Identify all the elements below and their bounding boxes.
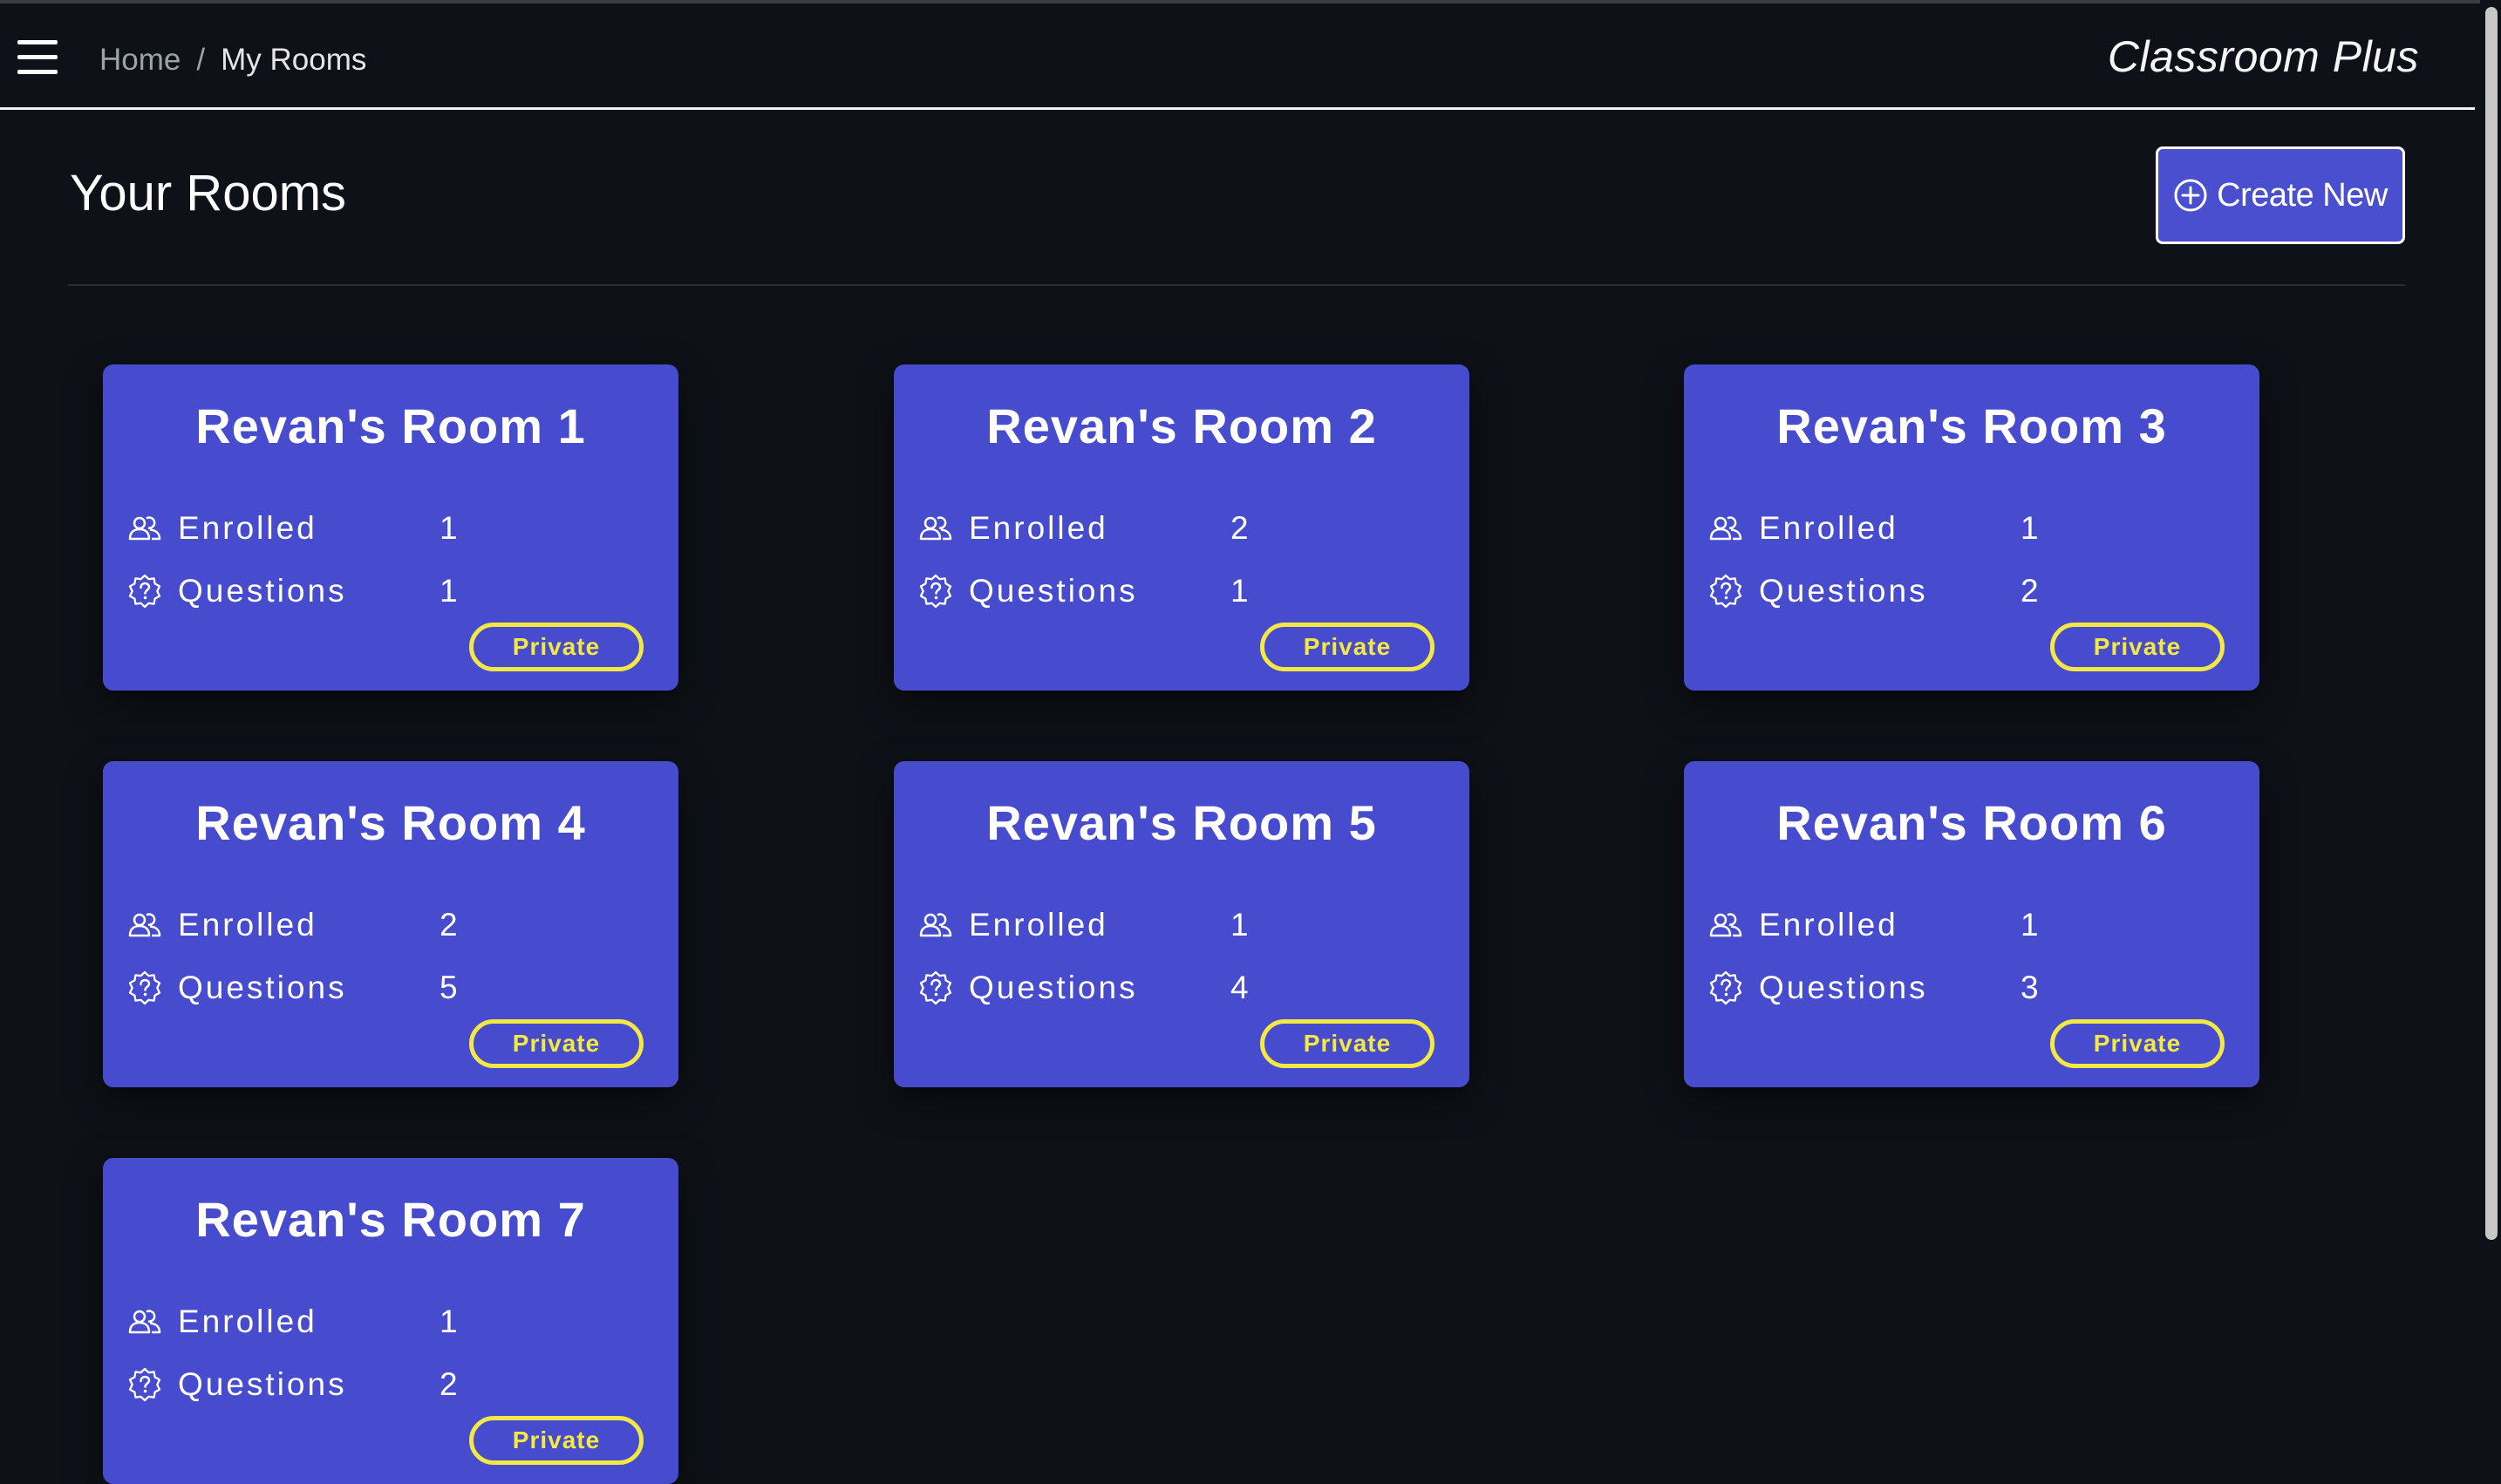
room-card-6[interactable]: Revan's Room 6 Enrolled 1 Questions 3 Pr… xyxy=(1684,761,2259,1087)
enrolled-label: Enrolled xyxy=(969,510,1108,546)
header-divider xyxy=(68,284,2405,286)
people-icon xyxy=(1708,511,1743,546)
question-badge-icon xyxy=(127,1367,162,1402)
questions-row: Questions 4 xyxy=(918,969,1249,1007)
enrolled-row: Enrolled 1 xyxy=(127,1303,458,1341)
people-icon xyxy=(127,908,162,943)
people-icon xyxy=(1708,908,1743,943)
create-new-label: Create New xyxy=(2217,176,2388,214)
visibility-badge: Private xyxy=(1260,1019,1434,1068)
page-title: Your Rooms xyxy=(70,165,347,221)
plus-circle-icon xyxy=(2174,179,2207,212)
visibility-badge: Private xyxy=(2050,623,2225,671)
breadcrumb-current: My Rooms xyxy=(221,43,367,77)
people-icon xyxy=(918,511,953,546)
people-icon xyxy=(127,511,162,546)
enrolled-count: 2 xyxy=(1230,510,1249,546)
enrolled-count: 1 xyxy=(440,510,458,546)
questions-count: 3 xyxy=(2021,970,2039,1005)
room-title: Revan's Room 2 xyxy=(986,398,1377,453)
questions-label: Questions xyxy=(178,1366,347,1402)
questions-label: Questions xyxy=(969,573,1138,609)
room-card-2[interactable]: Revan's Room 2 Enrolled 2 Questions 1 Pr… xyxy=(894,364,1469,691)
room-card-3[interactable]: Revan's Room 3 Enrolled 1 Questions 2 Pr… xyxy=(1684,364,2259,691)
room-card-5[interactable]: Revan's Room 5 Enrolled 1 Questions 4 Pr… xyxy=(894,761,1469,1087)
room-card-4[interactable]: Revan's Room 4 Enrolled 2 Questions 5 Pr… xyxy=(103,761,678,1087)
enrolled-row: Enrolled 2 xyxy=(918,509,1249,548)
questions-row: Questions 2 xyxy=(1708,572,2039,610)
enrolled-count: 1 xyxy=(2021,907,2039,943)
breadcrumb-home-link[interactable]: Home xyxy=(99,43,181,78)
hamburger-menu-icon[interactable] xyxy=(17,38,58,77)
questions-label: Questions xyxy=(969,970,1138,1005)
enrolled-row: Enrolled 1 xyxy=(127,509,458,548)
questions-row: Questions 3 xyxy=(1708,969,2039,1007)
room-card-1[interactable]: Revan's Room 1 Enrolled 1 Questions 1 Pr… xyxy=(103,364,678,691)
question-badge-icon xyxy=(918,970,953,1005)
question-badge-icon xyxy=(1708,574,1743,609)
enrolled-count: 2 xyxy=(440,907,458,943)
questions-count: 2 xyxy=(440,1366,458,1402)
room-title: Revan's Room 7 xyxy=(195,1192,586,1247)
room-card-7[interactable]: Revan's Room 7 Enrolled 1 Questions 2 Pr… xyxy=(103,1158,678,1484)
room-title: Revan's Room 3 xyxy=(1776,398,2167,453)
enrolled-label: Enrolled xyxy=(178,510,317,546)
questions-count: 1 xyxy=(1230,573,1249,609)
enrolled-label: Enrolled xyxy=(178,907,317,943)
brand-logo-text[interactable]: Classroom Plus xyxy=(2108,31,2419,82)
room-title: Revan's Room 6 xyxy=(1776,795,2167,850)
questions-count: 1 xyxy=(440,573,458,609)
enrolled-count: 1 xyxy=(2021,510,2039,546)
enrolled-label: Enrolled xyxy=(1759,510,1898,546)
questions-row: Questions 2 xyxy=(127,1365,458,1404)
questions-label: Questions xyxy=(178,970,347,1005)
questions-count: 5 xyxy=(440,970,458,1005)
questions-label: Questions xyxy=(178,573,347,609)
enrolled-label: Enrolled xyxy=(1759,907,1898,943)
enrolled-row: Enrolled 1 xyxy=(1708,509,2039,548)
questions-count: 2 xyxy=(2021,573,2039,609)
visibility-badge: Private xyxy=(469,1416,644,1465)
questions-row: Questions 1 xyxy=(918,572,1249,610)
room-title: Revan's Room 5 xyxy=(986,795,1377,850)
question-badge-icon xyxy=(1708,970,1743,1005)
room-title: Revan's Room 1 xyxy=(195,398,586,453)
enrolled-row: Enrolled 2 xyxy=(127,906,458,944)
visibility-badge: Private xyxy=(2050,1019,2225,1068)
question-badge-icon xyxy=(127,970,162,1005)
people-icon xyxy=(918,908,953,943)
visibility-badge: Private xyxy=(469,623,644,671)
questions-count: 4 xyxy=(1230,970,1249,1005)
people-icon xyxy=(127,1304,162,1339)
question-badge-icon xyxy=(127,574,162,609)
room-title: Revan's Room 4 xyxy=(195,795,586,850)
scrollbar-thumb[interactable] xyxy=(2485,7,2498,1240)
questions-row: Questions 5 xyxy=(127,969,458,1007)
enrolled-count: 1 xyxy=(1230,907,1249,943)
question-badge-icon xyxy=(918,574,953,609)
enrolled-label: Enrolled xyxy=(178,1304,317,1339)
enrolled-label: Enrolled xyxy=(969,907,1108,943)
enrolled-row: Enrolled 1 xyxy=(918,906,1249,944)
questions-row: Questions 1 xyxy=(127,572,458,610)
breadcrumb: Home / My Rooms xyxy=(99,38,366,82)
questions-label: Questions xyxy=(1759,970,1928,1005)
visibility-badge: Private xyxy=(469,1019,644,1068)
top-navbar: Home / My Rooms Classroom Plus xyxy=(0,3,2475,110)
enrolled-row: Enrolled 1 xyxy=(1708,906,2039,944)
breadcrumb-separator: / xyxy=(196,43,206,77)
create-new-button[interactable]: Create New xyxy=(2156,146,2405,244)
visibility-badge: Private xyxy=(1260,623,1434,671)
questions-label: Questions xyxy=(1759,573,1928,609)
enrolled-count: 1 xyxy=(440,1304,458,1339)
